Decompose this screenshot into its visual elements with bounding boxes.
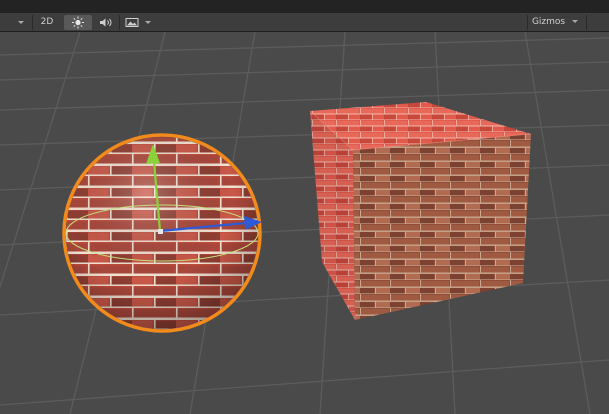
gizmos-label: Gizmos	[531, 17, 566, 27]
gizmo-center-handle[interactable]	[158, 229, 163, 234]
toolbar-divider	[586, 15, 587, 30]
title-bar	[0, 0, 609, 13]
scene-viewport[interactable]	[0, 31, 609, 414]
toolbar-divider	[32, 15, 33, 30]
brick-sphere-selected[interactable]	[60, 133, 270, 333]
scene-toolbar: 2D Gizmos	[0, 13, 609, 32]
speaker-icon	[100, 18, 112, 27]
search-button[interactable]	[589, 15, 605, 30]
cube-front-face	[353, 134, 531, 320]
scene-view-window: 2D Gizmos	[0, 0, 609, 414]
image-icon	[125, 18, 139, 27]
caret-down-icon	[18, 21, 24, 24]
brick-cube[interactable]	[309, 102, 532, 320]
toolbar-dropdown-button[interactable]	[14, 15, 28, 30]
scene-canvas[interactable]	[0, 31, 609, 414]
caret-down-icon	[572, 20, 578, 23]
sun-icon	[72, 16, 84, 29]
caret-down-icon	[145, 21, 151, 24]
effects-toggle-button[interactable]	[121, 15, 143, 30]
lighting-toggle-button[interactable]	[64, 15, 92, 30]
mode-2d-button[interactable]: 2D	[34, 15, 60, 30]
toolbar-divider	[119, 15, 120, 30]
gizmos-dropdown[interactable]: Gizmos	[526, 15, 585, 30]
effects-dropdown-button[interactable]	[143, 15, 153, 30]
audio-toggle-button[interactable]	[94, 15, 118, 30]
